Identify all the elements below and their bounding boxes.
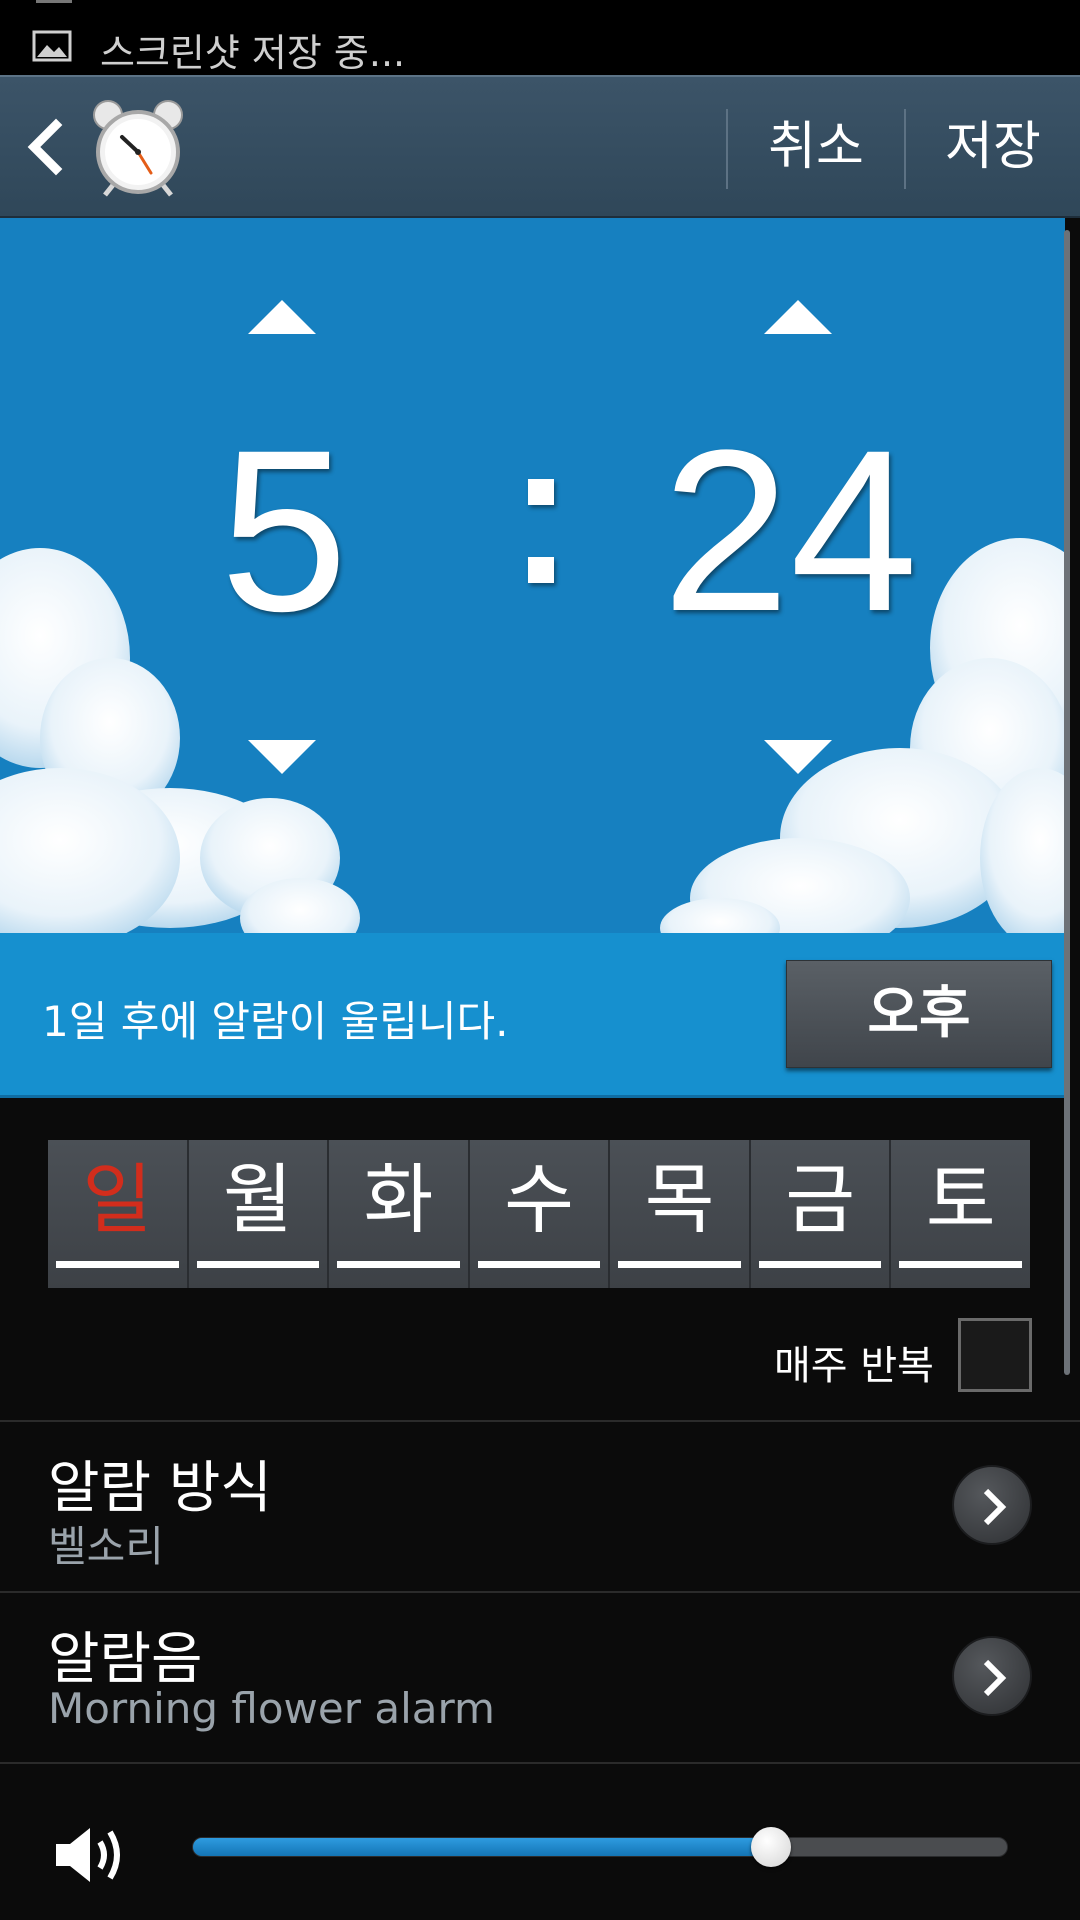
- alarm-type-chevron-button[interactable]: [952, 1465, 1032, 1545]
- minute-value[interactable]: 24: [662, 416, 918, 646]
- day-label: 토: [925, 1155, 996, 1244]
- day-label: 일: [82, 1155, 153, 1244]
- day-sat[interactable]: 토: [891, 1140, 1031, 1288]
- divider: [0, 1420, 1080, 1422]
- divider: [0, 1762, 1080, 1764]
- day-selected-indicator: [477, 1261, 601, 1268]
- day-label: 목: [644, 1155, 715, 1244]
- repeat-weekly-checkbox[interactable]: [958, 1318, 1032, 1392]
- alarm-clock-icon: [93, 100, 183, 197]
- chevron-right-icon: [983, 1659, 1007, 1697]
- hour-up-arrow[interactable]: [248, 300, 316, 334]
- time-colon: [528, 461, 554, 601]
- scrollbar[interactable]: [1064, 230, 1070, 1375]
- chevron-right-icon: [983, 1488, 1007, 1526]
- day-selected-indicator: [337, 1261, 460, 1268]
- status-bar: 스크린샷 저장 중...: [0, 0, 1080, 75]
- volume-slider-thumb[interactable]: [751, 1827, 791, 1867]
- alarm-type-title: 알람 방식: [48, 1456, 272, 1521]
- day-selected-indicator: [758, 1261, 882, 1268]
- day-selected-indicator: [899, 1261, 1023, 1268]
- volume-slider-fill: [193, 1838, 772, 1856]
- hour-value[interactable]: 5: [220, 416, 348, 646]
- ampm-toggle-button[interactable]: 오후: [786, 960, 1052, 1068]
- day-selected-indicator: [56, 1261, 179, 1268]
- alarm-sound-chevron-button[interactable]: [952, 1636, 1032, 1716]
- info-bar: 1일 후에 알람이 울립니다. 오후: [0, 933, 1065, 1098]
- image-icon: [32, 30, 72, 62]
- alarm-remaining-text: 1일 후에 알람이 울립니다.: [42, 997, 509, 1046]
- alarm-type-value: 벨소리: [48, 1522, 164, 1571]
- day-tue[interactable]: 화: [329, 1140, 470, 1288]
- status-divider: [36, 0, 72, 3]
- volume-slider[interactable]: [192, 1837, 1008, 1857]
- day-label: 월: [222, 1155, 293, 1244]
- alarm-sound-value: Morning flower alarm: [48, 1684, 495, 1733]
- action-bar: 취소 저장: [0, 75, 1080, 218]
- speaker-icon: [56, 1828, 120, 1882]
- minute-up-arrow[interactable]: [764, 300, 832, 334]
- repeat-weekly-label: 매주 반복: [774, 1343, 934, 1389]
- minute-down-arrow[interactable]: [764, 740, 832, 774]
- cancel-button[interactable]: 취소: [728, 107, 904, 187]
- day-fri[interactable]: 금: [750, 1140, 892, 1288]
- day-selector: 일 월 화 수 목 금 토: [48, 1140, 1031, 1288]
- day-selected-indicator: [196, 1261, 320, 1268]
- time-picker: 5 24: [0, 218, 1065, 933]
- day-wed[interactable]: 수: [469, 1140, 611, 1288]
- alarm-sound-title: 알람음: [48, 1627, 203, 1692]
- back-icon[interactable]: [24, 117, 64, 177]
- save-button[interactable]: 저장: [906, 107, 1080, 187]
- hour-down-arrow[interactable]: [248, 740, 316, 774]
- day-label: 화: [363, 1155, 434, 1244]
- divider: [0, 1591, 1080, 1593]
- day-sun[interactable]: 일: [48, 1140, 189, 1288]
- day-label: 금: [785, 1155, 856, 1244]
- day-mon[interactable]: 월: [188, 1140, 330, 1288]
- day-label: 수: [504, 1155, 574, 1244]
- day-selected-indicator: [618, 1261, 741, 1268]
- day-thu[interactable]: 목: [610, 1140, 751, 1288]
- notification-text: 스크린샷 저장 중...: [100, 31, 406, 75]
